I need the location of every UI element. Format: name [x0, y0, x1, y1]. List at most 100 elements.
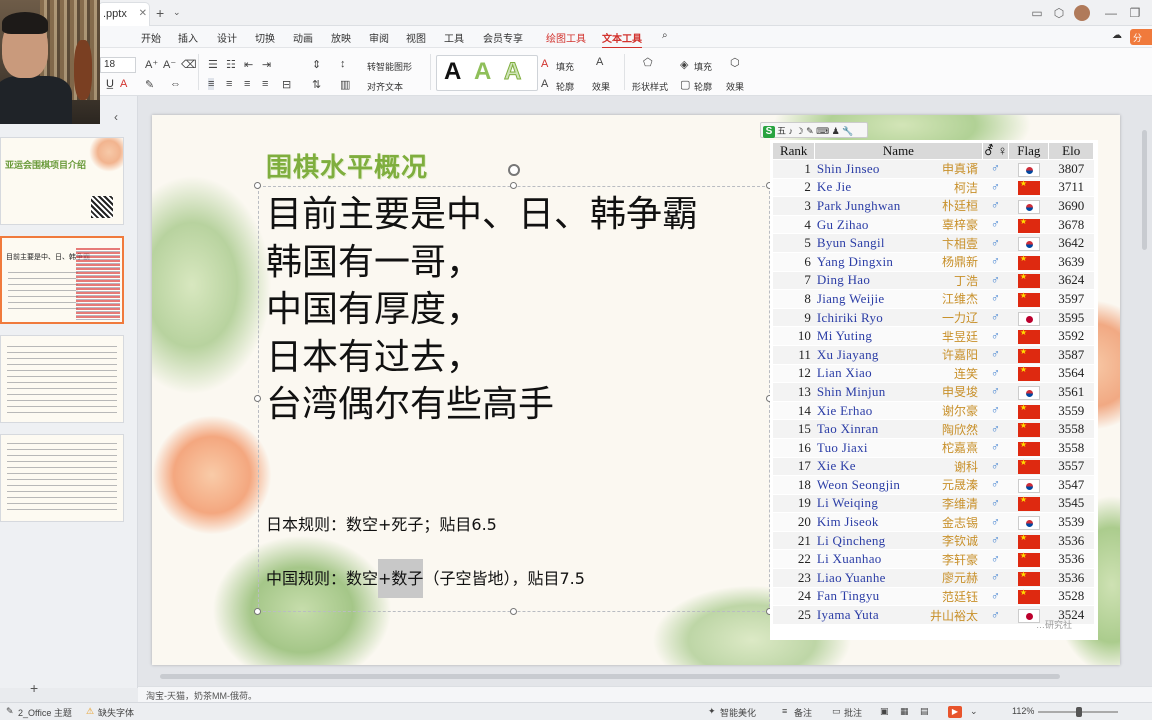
- line-spacing-icon[interactable]: ⇕: [312, 58, 321, 71]
- user-avatar[interactable]: [1074, 5, 1090, 21]
- menu-design[interactable]: 设计: [217, 30, 237, 45]
- missing-font-button[interactable]: 缺失字体: [98, 706, 134, 719]
- shape-style-button[interactable]: 形状样式: [632, 80, 668, 93]
- font-size-select[interactable]: 18: [100, 57, 136, 73]
- slide-thumbnail-2[interactable]: 目前主要是中、日、韩争霸: [0, 236, 124, 324]
- numbering-icon[interactable]: ☷: [226, 58, 236, 71]
- menu-slideshow[interactable]: 放映: [331, 30, 351, 45]
- shape-fill-icon[interactable]: ◈: [680, 58, 688, 71]
- zoom-level[interactable]: 112%: [1012, 706, 1034, 716]
- highlight-icon[interactable]: ✎: [145, 78, 154, 91]
- search-icon[interactable]: ⌕: [662, 30, 668, 41]
- text-direction-icon[interactable]: ⇅: [312, 78, 321, 91]
- rotate-handle[interactable]: [508, 164, 520, 176]
- font-color-icon[interactable]: A: [120, 78, 127, 90]
- menu-tools[interactable]: 工具: [444, 30, 464, 45]
- document-tab[interactable]: .pptx ✕: [98, 2, 150, 26]
- restore-icon[interactable]: ❐: [1128, 6, 1142, 20]
- shape-outline-button[interactable]: 轮廓: [694, 80, 712, 93]
- text-fill-icon[interactable]: A: [541, 58, 548, 70]
- shrink-font-icon[interactable]: A⁻: [163, 58, 176, 71]
- align-left-icon[interactable]: ≡: [208, 78, 215, 90]
- menu-review[interactable]: 审阅: [369, 30, 389, 45]
- vertical-scrollbar[interactable]: [1140, 100, 1148, 670]
- menu-member[interactable]: 会员专享: [483, 30, 523, 45]
- convert-smartart-button[interactable]: 转智能图形: [367, 60, 412, 73]
- smart-beautify-button[interactable]: 智能美化: [720, 706, 756, 719]
- highlighted-selection[interactable]: +数子: [378, 559, 424, 598]
- slide-canvas[interactable]: 围棋水平概况 目前主要是中、日、韩争霸 韩国有一哥， 中国有厚度， 日本有过去，…: [152, 115, 1120, 665]
- menu-drawing-tools[interactable]: 绘图工具: [546, 30, 586, 45]
- resize-handle[interactable]: [510, 608, 517, 615]
- reading-view-icon[interactable]: ▤: [920, 706, 929, 717]
- clear-format-icon[interactable]: ⌫: [181, 58, 197, 71]
- text-outline-icon[interactable]: A: [541, 78, 548, 90]
- resize-handle[interactable]: [254, 608, 261, 615]
- slide-sorter-icon[interactable]: ▦: [900, 706, 909, 717]
- normal-view-icon[interactable]: ▣: [880, 706, 889, 717]
- slide-thumbnail-1[interactable]: 亚运会围棋项目介绍: [0, 137, 124, 225]
- cloud-icon[interactable]: ☁: [1112, 30, 1122, 41]
- char-spacing-icon[interactable]: ⇔: [170, 78, 181, 90]
- justify-icon[interactable]: ≡: [262, 78, 268, 90]
- menu-text-tools[interactable]: 文本工具: [602, 30, 642, 49]
- close-tab-icon[interactable]: ✕: [139, 8, 147, 19]
- shape-effect-icon[interactable]: ⬡: [730, 56, 740, 69]
- shape-outline-icon[interactable]: ▢: [680, 78, 690, 91]
- play-slideshow-button[interactable]: ▶: [948, 706, 962, 718]
- grow-font-icon[interactable]: A⁺: [145, 58, 158, 71]
- comments-button[interactable]: 批注: [844, 706, 862, 719]
- underline-icon[interactable]: U̲: [106, 78, 114, 90]
- sogou-input-icon[interactable]: S: [763, 126, 775, 138]
- paragraph-spacing-icon[interactable]: ↕: [340, 58, 346, 70]
- wordart-style-gallery[interactable]: A A A: [436, 55, 538, 91]
- theme-name[interactable]: 2_Office 主题: [18, 706, 72, 719]
- scroll-thumb[interactable]: [1142, 130, 1147, 250]
- resize-handle[interactable]: [510, 182, 517, 189]
- menu-home[interactable]: 开始: [141, 30, 161, 45]
- speaker-notes-pane[interactable]: 淘宝-天猫，奶茶MM-俄荷。: [138, 686, 1152, 702]
- text-effect-icon[interactable]: A: [596, 56, 603, 68]
- scroll-thumb[interactable]: [160, 674, 1060, 679]
- bullets-icon[interactable]: ☰: [208, 58, 218, 71]
- floating-mini-toolbar[interactable]: S五 ♪ ☽ ✎ ⌨ ♟ 🔧: [760, 122, 868, 138]
- resize-handle[interactable]: [254, 182, 261, 189]
- mini-toolbar-tools[interactable]: 五 ♪ ☽ ✎ ⌨ ♟ 🔧: [777, 126, 853, 136]
- increase-indent-icon[interactable]: ⇥: [262, 58, 271, 71]
- shape-effect-button[interactable]: 效果: [726, 80, 744, 93]
- new-tab-button[interactable]: +: [156, 5, 164, 21]
- tab-list-chevron-icon[interactable]: ⌄: [173, 7, 181, 18]
- wordart-style-black[interactable]: A: [444, 58, 461, 86]
- text-outline-button[interactable]: 轮廓: [556, 80, 574, 93]
- slide-thumbnail-3[interactable]: [0, 335, 124, 423]
- align-center-icon[interactable]: ≡: [226, 78, 232, 90]
- collapse-panel-chevron-icon[interactable]: ‹: [114, 110, 118, 124]
- slide-thumbnail-4[interactable]: [0, 434, 124, 522]
- zoom-slider-knob[interactable]: [1076, 707, 1082, 717]
- wordart-style-green[interactable]: A: [474, 58, 491, 86]
- shape-fill-button[interactable]: 填充: [694, 60, 712, 73]
- menu-insert[interactable]: 插入: [178, 30, 198, 45]
- text-effect-button[interactable]: 效果: [592, 80, 610, 93]
- slide-title[interactable]: 围棋水平概况: [266, 147, 428, 184]
- align-text-button[interactable]: 对齐文本: [367, 80, 403, 93]
- shape-style-icon[interactable]: ⬠: [643, 56, 653, 69]
- columns-icon[interactable]: ▥: [340, 78, 350, 91]
- text-fill-button[interactable]: 填充: [556, 60, 574, 73]
- align-right-icon[interactable]: ≡: [244, 78, 250, 90]
- horizontal-scrollbar[interactable]: [152, 672, 1132, 680]
- wordart-style-outline[interactable]: A: [503, 58, 521, 86]
- minimize-icon[interactable]: —: [1104, 6, 1118, 20]
- layout-icon[interactable]: ▭: [1030, 6, 1044, 20]
- elo-ranking-table-image[interactable]: Rank Name ⚦ ♀ Flag Elo 1 Shin Jinseo 申真谞 ♂ 3…: [770, 140, 1098, 640]
- cube-icon[interactable]: ⬡: [1052, 6, 1066, 20]
- share-button[interactable]: 分: [1130, 29, 1152, 45]
- decrease-indent-icon[interactable]: ⇤: [244, 58, 253, 71]
- notes-toggle-button[interactable]: 备注: [794, 706, 812, 719]
- add-slide-button[interactable]: +: [30, 680, 38, 696]
- resize-handle[interactable]: [254, 395, 261, 402]
- menu-transitions[interactable]: 切换: [255, 30, 275, 45]
- menu-animations[interactable]: 动画: [293, 30, 313, 45]
- distribute-icon[interactable]: ⊟: [282, 78, 291, 91]
- play-options-chevron-icon[interactable]: ⌄: [970, 706, 978, 717]
